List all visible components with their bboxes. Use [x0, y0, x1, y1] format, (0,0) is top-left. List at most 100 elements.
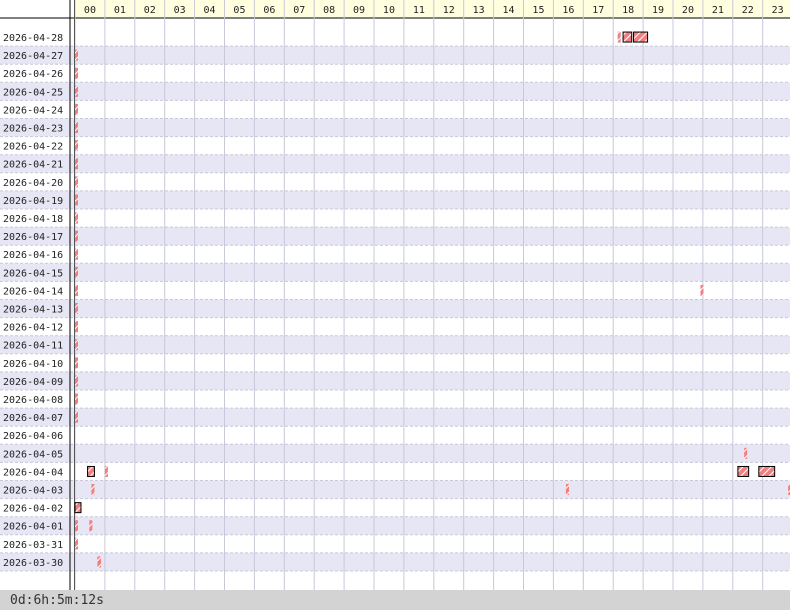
date-label: 2026-04-04	[3, 467, 63, 478]
event-block	[758, 465, 776, 477]
event-block	[75, 230, 78, 242]
hour-label: 23	[772, 5, 784, 16]
hour-label: 05	[233, 5, 245, 16]
date-row	[0, 444, 790, 463]
event-block	[617, 31, 621, 43]
date-label: 2026-04-07	[3, 413, 63, 424]
event-block	[97, 556, 102, 568]
hour-label: 03	[174, 5, 186, 16]
hour-label: 19	[652, 5, 664, 16]
hour-label: 11	[413, 5, 425, 16]
date-label: 2026-04-26	[3, 69, 63, 80]
date-label: 2026-04-05	[3, 449, 63, 460]
date-label: 2026-04-13	[3, 305, 63, 316]
event-block	[75, 284, 78, 296]
date-row	[0, 263, 790, 282]
date-label: 2026-04-10	[3, 359, 63, 370]
date-label: 2026-04-24	[3, 105, 63, 116]
elapsed-time: 0d:6h:5m:12s	[10, 593, 104, 608]
date-row	[0, 353, 790, 372]
date-row	[0, 299, 790, 318]
hour-label: 06	[263, 5, 275, 16]
date-row	[0, 480, 790, 499]
event-block	[74, 502, 82, 514]
date-row	[0, 100, 790, 119]
date-label: 2026-04-06	[3, 431, 63, 442]
status-bar: 0d:6h:5m:12s	[0, 590, 790, 610]
date-label: 2026-04-02	[3, 504, 63, 515]
timeline-chart: 00 01 02 03 04 05 06 07 08 09 10 11 12 13 14 15 16 17 18 19…	[0, 0, 790, 590]
event-block	[75, 393, 78, 405]
hour-label: 09	[353, 5, 365, 16]
event-block	[75, 357, 78, 369]
hour-label: 14	[503, 5, 515, 16]
event-block	[75, 520, 78, 532]
hour-label: 12	[443, 5, 455, 16]
date-row	[0, 498, 790, 517]
event-block	[75, 122, 78, 134]
date-row	[0, 426, 790, 445]
date-label: 2026-03-30	[3, 558, 63, 569]
date-row	[0, 281, 790, 300]
date-label: 2026-04-15	[3, 268, 63, 279]
event-block	[75, 67, 78, 79]
event-block	[75, 176, 78, 188]
event-block	[104, 465, 108, 477]
date-label: 2026-04-17	[3, 232, 63, 243]
event-block	[75, 158, 78, 170]
event-block	[75, 375, 78, 387]
date-row	[0, 28, 790, 47]
date-row	[0, 136, 790, 155]
hour-label: 01	[114, 5, 126, 16]
hour-label: 13	[473, 5, 485, 16]
event-block	[75, 266, 78, 278]
hour-label: 18	[622, 5, 634, 16]
date-row	[0, 190, 790, 209]
hour-label: 22	[742, 5, 754, 16]
date-row	[0, 390, 790, 409]
event-block	[565, 484, 569, 496]
hour-label: 07	[293, 5, 305, 16]
event-block	[75, 538, 78, 550]
date-label: 2026-04-01	[3, 522, 63, 533]
event-block	[737, 465, 750, 477]
date-label: 2026-04-08	[3, 395, 63, 406]
date-row	[0, 462, 790, 481]
event-block	[75, 321, 78, 333]
date-row	[0, 82, 790, 101]
date-row	[0, 335, 790, 354]
event-block	[75, 85, 78, 97]
hour-label: 10	[383, 5, 395, 16]
event-block	[75, 194, 78, 206]
date-label: 2026-04-27	[3, 51, 63, 62]
event-block	[622, 31, 633, 43]
event-block	[75, 49, 78, 61]
hour-header: 00 01 02 03 04 05 06 07 08 09 10 11 12 13 14 15 16 17 18 19…	[0, 0, 790, 19]
date-row	[0, 534, 790, 553]
date-row	[0, 552, 790, 571]
date-row	[0, 64, 790, 83]
date-row	[0, 227, 790, 246]
date-label: 2026-04-23	[3, 124, 63, 135]
date-label: 2026-04-09	[3, 377, 63, 388]
event-block	[87, 465, 95, 477]
date-label: 2026-04-18	[3, 214, 63, 225]
event-block	[75, 248, 78, 260]
date-label: 2026-04-16	[3, 250, 63, 261]
date-label: 2026-04-03	[3, 486, 63, 497]
hour-label: 20	[682, 5, 694, 16]
date-label: 2026-04-12	[3, 323, 63, 334]
date-row	[0, 371, 790, 390]
event-block	[75, 140, 78, 152]
event-block	[75, 303, 78, 315]
date-label: 2026-04-20	[3, 178, 63, 189]
event-block	[75, 339, 78, 351]
date-label: 2026-04-11	[3, 341, 63, 352]
event-block	[633, 31, 649, 43]
hour-label: 21	[712, 5, 724, 16]
date-label: 2026-04-25	[3, 87, 63, 98]
hour-label: 00	[84, 5, 96, 16]
hour-label: 08	[323, 5, 335, 16]
event-block	[75, 103, 78, 115]
date-label: 2026-04-28	[3, 33, 63, 44]
